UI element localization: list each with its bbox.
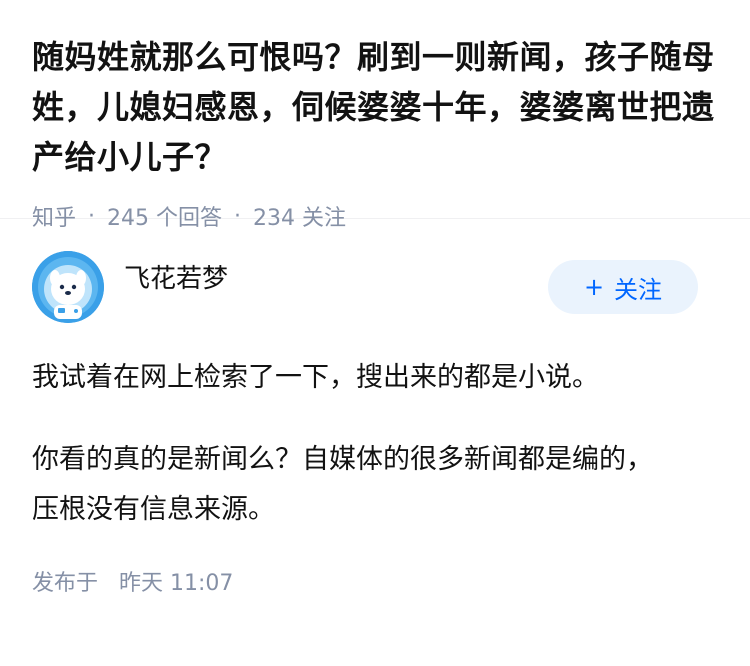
answer-paragraph: 我试着在网上检索了一下，搜出来的都是小说。: [32, 362, 599, 393]
plus-icon: +: [583, 273, 605, 301]
posted-label: 发布于: [32, 571, 99, 596]
posted-time: 发布于 昨天 11:07: [32, 565, 718, 597]
cartoon-dog-avatar-icon: [32, 251, 104, 323]
answer-card: 飞花若梦 + 关注 我试着在网上检索了一下，搜出来的都是小说。 你看的真的是新闻…: [0, 251, 750, 597]
question-title[interactable]: 随妈姓就那么可恨吗？刷到一则新闻，孩子随母姓，儿媳妇感恩，伺候婆婆十年，婆婆离世…: [32, 32, 718, 182]
meta-separator: ·: [88, 203, 96, 229]
author-row: 飞花若梦 + 关注: [32, 251, 718, 323]
author-name[interactable]: 飞花若梦: [124, 258, 548, 295]
answer-content: 我试着在网上检索了一下，搜出来的都是小说。 你看的真的是新闻么？自媒体的很多新闻…: [32, 353, 718, 535]
posted-timestamp: 昨天 11:07: [119, 571, 234, 596]
answer-paragraph: 你看的真的是新闻么？自媒体的很多新闻都是编的，压根没有信息来源。: [32, 444, 653, 525]
follow-button-label: 关注: [614, 275, 663, 304]
follow-button[interactable]: + 关注: [548, 260, 698, 314]
answer-count[interactable]: 245 个回答: [107, 200, 222, 232]
follow-count: 234 关注: [253, 206, 347, 231]
question-header: 随妈姓就那么可恨吗？刷到一则新闻，孩子随母姓，儿媳妇感恩，伺候婆婆十年，婆婆离世…: [0, 0, 750, 231]
meta-separator: ·: [234, 203, 242, 229]
avatar[interactable]: [32, 251, 104, 323]
source-label[interactable]: 知乎: [32, 200, 76, 232]
